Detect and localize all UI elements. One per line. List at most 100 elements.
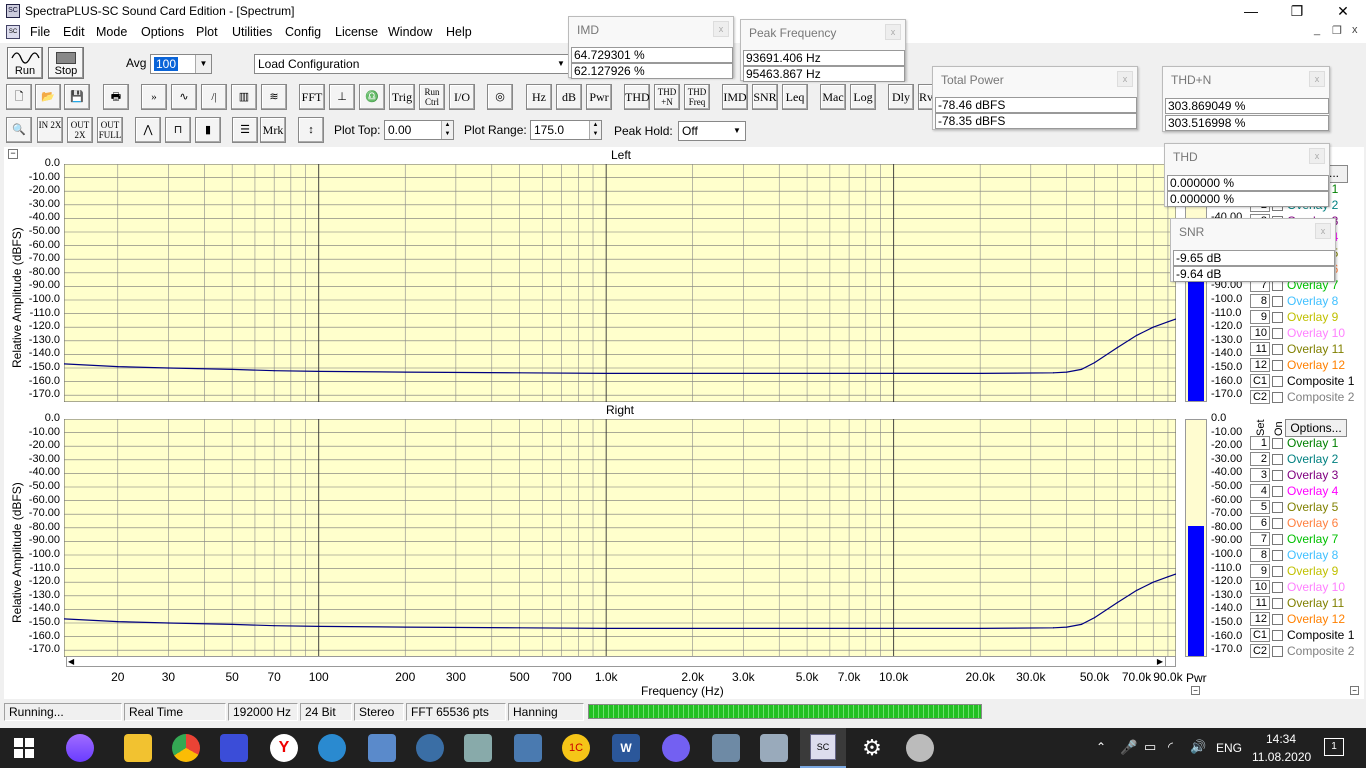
left-overlay-set-button[interactable]: C1 — [1250, 374, 1270, 388]
file-explorer-icon[interactable] — [124, 734, 152, 762]
left-overlay-set-button[interactable]: 8 — [1250, 294, 1270, 308]
right-overlay-checkbox[interactable] — [1272, 438, 1283, 449]
close-icon[interactable]: x — [1117, 71, 1133, 87]
left-overlay-checkbox[interactable] — [1272, 344, 1283, 355]
right-overlay-checkbox[interactable] — [1272, 550, 1283, 561]
spin-arrows-icon[interactable]: ▲ ▼ — [441, 121, 453, 139]
fast-forward-icon[interactable]: » — [141, 84, 167, 110]
mdi-restore-button[interactable]: ❐ — [1332, 24, 1342, 37]
app-network-icon[interactable] — [368, 734, 396, 762]
config-select[interactable]: Load Configuration ▼ — [254, 54, 570, 74]
snr-button[interactable]: SNR — [752, 84, 778, 110]
left-overlay-set-button[interactable]: 11 — [1250, 342, 1270, 356]
viber-icon[interactable] — [662, 734, 690, 762]
imd-panel[interactable]: IMD x 64.729301 % 62.127926 % — [568, 16, 734, 79]
thdn-panel[interactable]: THD+N x 303.869049 % 303.516998 % — [1162, 66, 1330, 132]
list-view-icon[interactable]: ☰ — [232, 117, 258, 143]
right-overlay-set-button[interactable]: 9 — [1250, 564, 1270, 578]
zoom-icon[interactable]: 🔍 — [6, 117, 32, 143]
scroll-thumb[interactable] — [1165, 657, 1175, 666]
right-overlay-set-button[interactable]: 7 — [1250, 532, 1270, 546]
pwr-button[interactable]: Pwr — [586, 84, 612, 110]
imd-button[interactable]: IMD — [722, 84, 748, 110]
right-spectrum-plot[interactable] — [64, 419, 1176, 657]
right-overlay-checkbox[interactable] — [1272, 582, 1283, 593]
avg-select[interactable]: 100 ▼ — [150, 54, 212, 74]
h-scrollbar[interactable]: ◀ ▶ — [66, 656, 1176, 667]
peak-frequency-panel[interactable]: Peak Frequency x 93691.406 Hz 95463.867 … — [740, 19, 906, 82]
menu-license[interactable]: License — [335, 25, 378, 39]
thdn-button[interactable]: THD +N — [654, 84, 680, 110]
zoom-out-full-button[interactable]: OUT FULL — [97, 117, 123, 143]
io-button[interactable]: I/O — [449, 84, 475, 110]
right-overlay-set-button[interactable]: 12 — [1250, 612, 1270, 626]
app-database-icon[interactable] — [760, 734, 788, 762]
generator-icon[interactable]: ◎ — [487, 84, 513, 110]
menu-utilities[interactable]: Utilities — [232, 25, 272, 39]
settings-gear-icon[interactable]: ⚙ — [858, 734, 886, 762]
menu-help[interactable]: Help — [446, 25, 472, 39]
right-overlay-checkbox[interactable] — [1272, 470, 1283, 481]
minimize-button[interactable]: — — [1228, 0, 1274, 22]
right-overlay-checkbox[interactable] — [1272, 502, 1283, 513]
left-overlay-checkbox[interactable] — [1272, 328, 1283, 339]
options-button-left[interactable]: ... — [1328, 165, 1348, 183]
wifi-icon[interactable]: ◜ — [1168, 739, 1173, 755]
zoom-out-2x-button[interactable]: OUT 2X — [67, 117, 93, 143]
phase-icon[interactable]: ♎ — [359, 84, 385, 110]
plot-top-input[interactable]: 0.00 ▲ ▼ — [384, 120, 454, 140]
app-icon[interactable]: SC — [6, 4, 20, 18]
chevron-down-icon[interactable]: ▼ — [553, 55, 569, 73]
menu-mode[interactable]: Mode — [96, 25, 127, 39]
left-overlay-set-button[interactable]: 12 — [1250, 358, 1270, 372]
notification-icon[interactable]: 1 — [1324, 738, 1344, 756]
save-app-icon[interactable] — [220, 734, 248, 762]
run-button[interactable]: Run — [7, 47, 43, 79]
collapse-icon[interactable]: − — [1350, 686, 1359, 695]
menu-edit[interactable]: Edit — [63, 25, 85, 39]
thd-button[interactable]: THD — [624, 84, 650, 110]
total-power-panel[interactable]: Total Power x -78.46 dBFS -78.35 dBFS — [932, 66, 1138, 130]
right-overlay-checkbox[interactable] — [1272, 486, 1283, 497]
close-icon[interactable]: x — [1315, 223, 1331, 239]
left-overlay-set-button[interactable]: 9 — [1250, 310, 1270, 324]
scroll-right-icon[interactable]: ▶ — [1157, 657, 1163, 666]
scroll-left-icon[interactable]: ◀ — [68, 657, 74, 666]
windows-start-icon[interactable] — [14, 738, 34, 758]
filter-icon[interactable]: ∿ — [171, 84, 197, 110]
stop-button[interactable]: Stop — [48, 47, 84, 79]
trig-button[interactable]: Trig — [389, 84, 415, 110]
right-overlay-checkbox[interactable] — [1272, 518, 1283, 529]
mdi-minimize-button[interactable]: _ — [1314, 24, 1320, 36]
right-overlay-set-button[interactable]: 5 — [1250, 500, 1270, 514]
app-bird-icon[interactable] — [318, 734, 346, 762]
bar-view-icon[interactable]: ⊓ — [165, 117, 191, 143]
zoom-in-2x-button[interactable]: IN 2X — [37, 117, 63, 143]
yandex-icon[interactable]: Y — [270, 734, 298, 762]
menu-file[interactable]: File — [30, 25, 50, 39]
left-overlay-checkbox[interactable] — [1272, 312, 1283, 323]
right-overlay-checkbox[interactable] — [1272, 534, 1283, 545]
language-indicator[interactable]: ENG — [1216, 741, 1242, 755]
run-ctrl-button[interactable]: Run Ctrl — [419, 84, 445, 110]
options-button[interactable]: Options... — [1285, 419, 1347, 437]
snr-panel[interactable]: SNR x -9.65 dB -9.64 dB — [1170, 218, 1336, 282]
ramp-icon[interactable]: /| — [201, 84, 227, 110]
left-overlay-checkbox[interactable] — [1272, 376, 1283, 387]
close-icon[interactable]: x — [713, 21, 729, 37]
thd-panel[interactable]: THD x 0.000000 % 0.000000 % — [1164, 143, 1330, 207]
left-overlay-checkbox[interactable] — [1272, 360, 1283, 371]
battery-icon[interactable]: ▭ — [1144, 739, 1156, 755]
right-overlay-set-button[interactable]: 3 — [1250, 468, 1270, 482]
clock-time[interactable]: 14:34 — [1266, 732, 1296, 746]
db-button[interactable]: dB — [556, 84, 582, 110]
taskbar-spectraplus-active[interactable]: SC — [800, 728, 846, 768]
right-overlay-checkbox[interactable] — [1272, 454, 1283, 465]
octave-view-icon[interactable]: ▮ — [195, 117, 221, 143]
right-overlay-set-button[interactable]: 11 — [1250, 596, 1270, 610]
microphone-icon[interactable]: 🎤 — [1120, 739, 1137, 756]
thd-freq-button[interactable]: THD Freq — [684, 84, 710, 110]
mdi-close-button[interactable]: x — [1352, 24, 1358, 36]
menu-config[interactable]: Config — [285, 25, 321, 39]
mac-button[interactable]: Mac — [820, 84, 846, 110]
